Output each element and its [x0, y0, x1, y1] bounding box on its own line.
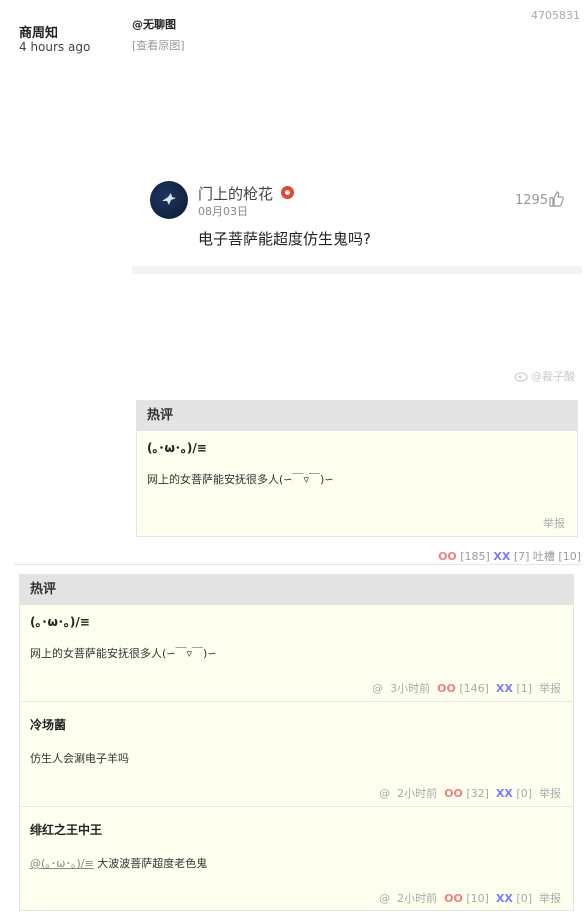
card-watermark: @裁子酸 — [531, 370, 575, 383]
card-text: 电子菩萨能超度仿生鬼吗? — [198, 230, 371, 248]
comment-time: 3小时前 — [390, 682, 431, 695]
comment-text: 网上的女菩萨能安抚很多人(∽￣▿￣)∽ — [147, 473, 334, 486]
weibo-logo-icon — [514, 372, 528, 382]
comment-text: 网上的女菩萨能安抚很多人(∽￣▿￣)∽ — [30, 647, 217, 660]
comment-nickname: (｡･ω･｡)/≡ — [147, 441, 207, 455]
hot-header: 热评 — [137, 401, 577, 431]
comment-meta: @ 2小时前 OO [32] XX [0] 举报 — [379, 785, 561, 801]
comment-body: 大波波菩萨超度老色鬼 — [97, 857, 208, 870]
oo-count: [10] — [466, 892, 489, 905]
reply-button[interactable]: @ — [379, 892, 390, 905]
xx-count: [0] — [516, 787, 532, 800]
reply-button[interactable]: @ — [372, 682, 383, 695]
xx-button[interactable]: XX — [496, 682, 513, 695]
post-time: 4 hours ago — [19, 40, 91, 54]
tucao-link[interactable]: 吐槽 [10] — [533, 550, 581, 563]
post-author: 商周知 — [19, 26, 59, 41]
post-mention[interactable]: @无聊图 — [132, 16, 176, 32]
post-votes: OO [185] XX [7] 吐槽 [10] — [438, 548, 581, 564]
comment-separator — [20, 806, 573, 807]
xx-button[interactable]: XX — [493, 550, 510, 563]
weibo-card-footer — [132, 266, 582, 274]
oo-count: [185] — [460, 550, 490, 563]
post-id: 4705831 — [531, 9, 580, 22]
bird-icon — [162, 193, 176, 205]
comment-text: 仿生人会涮电子羊吗 — [30, 752, 129, 765]
hot-comment-preview: 热评 (｡･ω･｡)/≡ 网上的女菩萨能安抚很多人(∽￣▿￣)∽ 举报 — [136, 400, 578, 537]
hot-comments: 热评 (｡･ω･｡)/≡ 网上的女菩萨能安抚很多人(∽￣▿￣)∽ @ 3小时前 … — [19, 574, 574, 911]
comment-time: 2小时前 — [397, 787, 438, 800]
report-link[interactable]: 举报 — [539, 892, 561, 905]
comment-text: @(｡･ω･｡)/≡ 大波波菩萨超度老色鬼 — [30, 855, 207, 871]
report-link[interactable]: 举报 — [539, 787, 561, 800]
report-link[interactable]: 举报 — [539, 682, 561, 695]
comment-separator — [20, 701, 573, 702]
xx-count: [0] — [516, 892, 532, 905]
divider — [14, 564, 582, 565]
reply-button[interactable]: @ — [379, 787, 390, 800]
xx-count: [7] — [513, 550, 530, 563]
comment-meta: @ 3小时前 OO [146] XX [1] 举报 — [372, 680, 561, 696]
thumbs-up-icon — [549, 191, 564, 207]
oo-button[interactable]: OO — [444, 892, 463, 905]
oo-button[interactable]: OO — [437, 682, 456, 695]
hot-comments-header: 热评 — [20, 575, 573, 605]
xx-count: [1] — [516, 682, 532, 695]
comment-meta: @ 2小时前 OO [10] XX [0] 举报 — [379, 890, 561, 906]
comment-nickname: 绯红之王中王 — [30, 823, 103, 837]
comment-time: 2小时前 — [397, 892, 438, 905]
view-original-link[interactable]: [查看原图] — [132, 37, 185, 53]
report-link[interactable]: 举报 — [543, 515, 565, 531]
xx-button[interactable]: XX — [496, 892, 513, 905]
xx-button[interactable]: XX — [496, 787, 513, 800]
oo-count: [146] — [459, 682, 489, 695]
card-username: 门上的枪花 — [198, 185, 274, 203]
card-like-count: 1295 — [515, 193, 549, 208]
comment-nickname: (｡･ω･｡)/≡ — [30, 615, 90, 629]
verified-badge-icon — [281, 186, 294, 199]
oo-button[interactable]: OO — [438, 550, 457, 563]
comment-nickname: 冷场菌 — [30, 718, 67, 732]
oo-count: [32] — [466, 787, 489, 800]
oo-button[interactable]: OO — [444, 787, 463, 800]
card-date: 08月03日 — [198, 205, 248, 218]
reply-mention-link[interactable]: @(｡･ω･｡)/≡ — [30, 857, 94, 870]
avatar — [150, 181, 188, 219]
